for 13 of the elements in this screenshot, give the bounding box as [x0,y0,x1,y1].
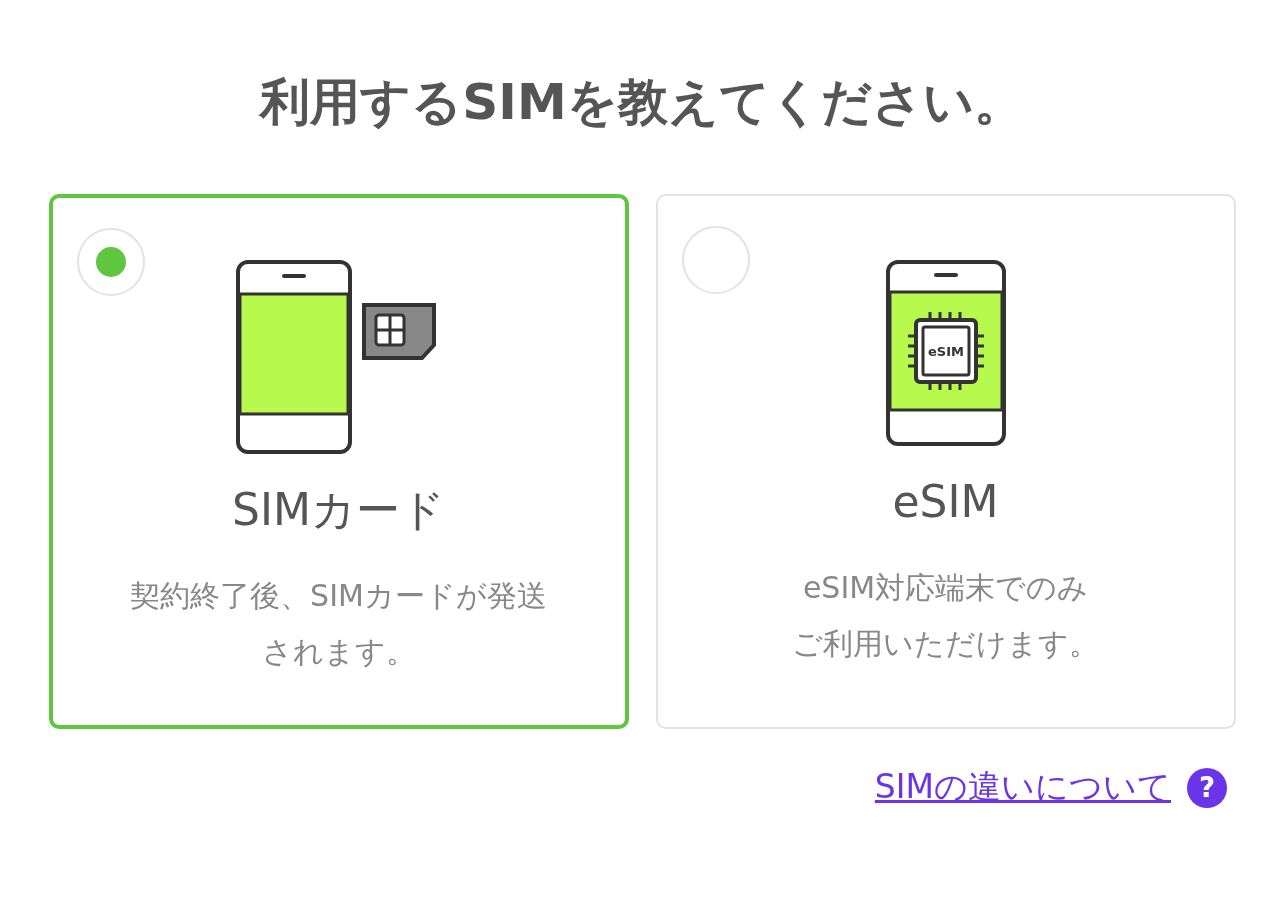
option-title: SIMカード [232,483,445,537]
sim-option-card[interactable]: eSIM eSIM eSIM対応端末でのみ ご利用いただけます。 [655,194,1236,729]
radio-button[interactable] [681,226,750,294]
chip-label: eSIM [927,344,964,359]
page-title: 利用するSIMを教えてください。 [260,72,1024,133]
option-title: eSIM [892,475,999,529]
radio-button[interactable] [76,228,145,296]
help-icon[interactable]: ? [1187,767,1227,808]
sim-difference-link[interactable]: SIMの違いについて [874,765,1171,810]
sim-option-card[interactable]: SIMカード 契約終了後、SIMカードが発送 されます。 [48,194,629,729]
option-description: 契約終了後、SIMカードが発送 されます。 [130,577,547,671]
radio-dot [95,247,126,277]
option-description: eSIM対応端末でのみ ご利用いただけます。 [792,569,1099,663]
